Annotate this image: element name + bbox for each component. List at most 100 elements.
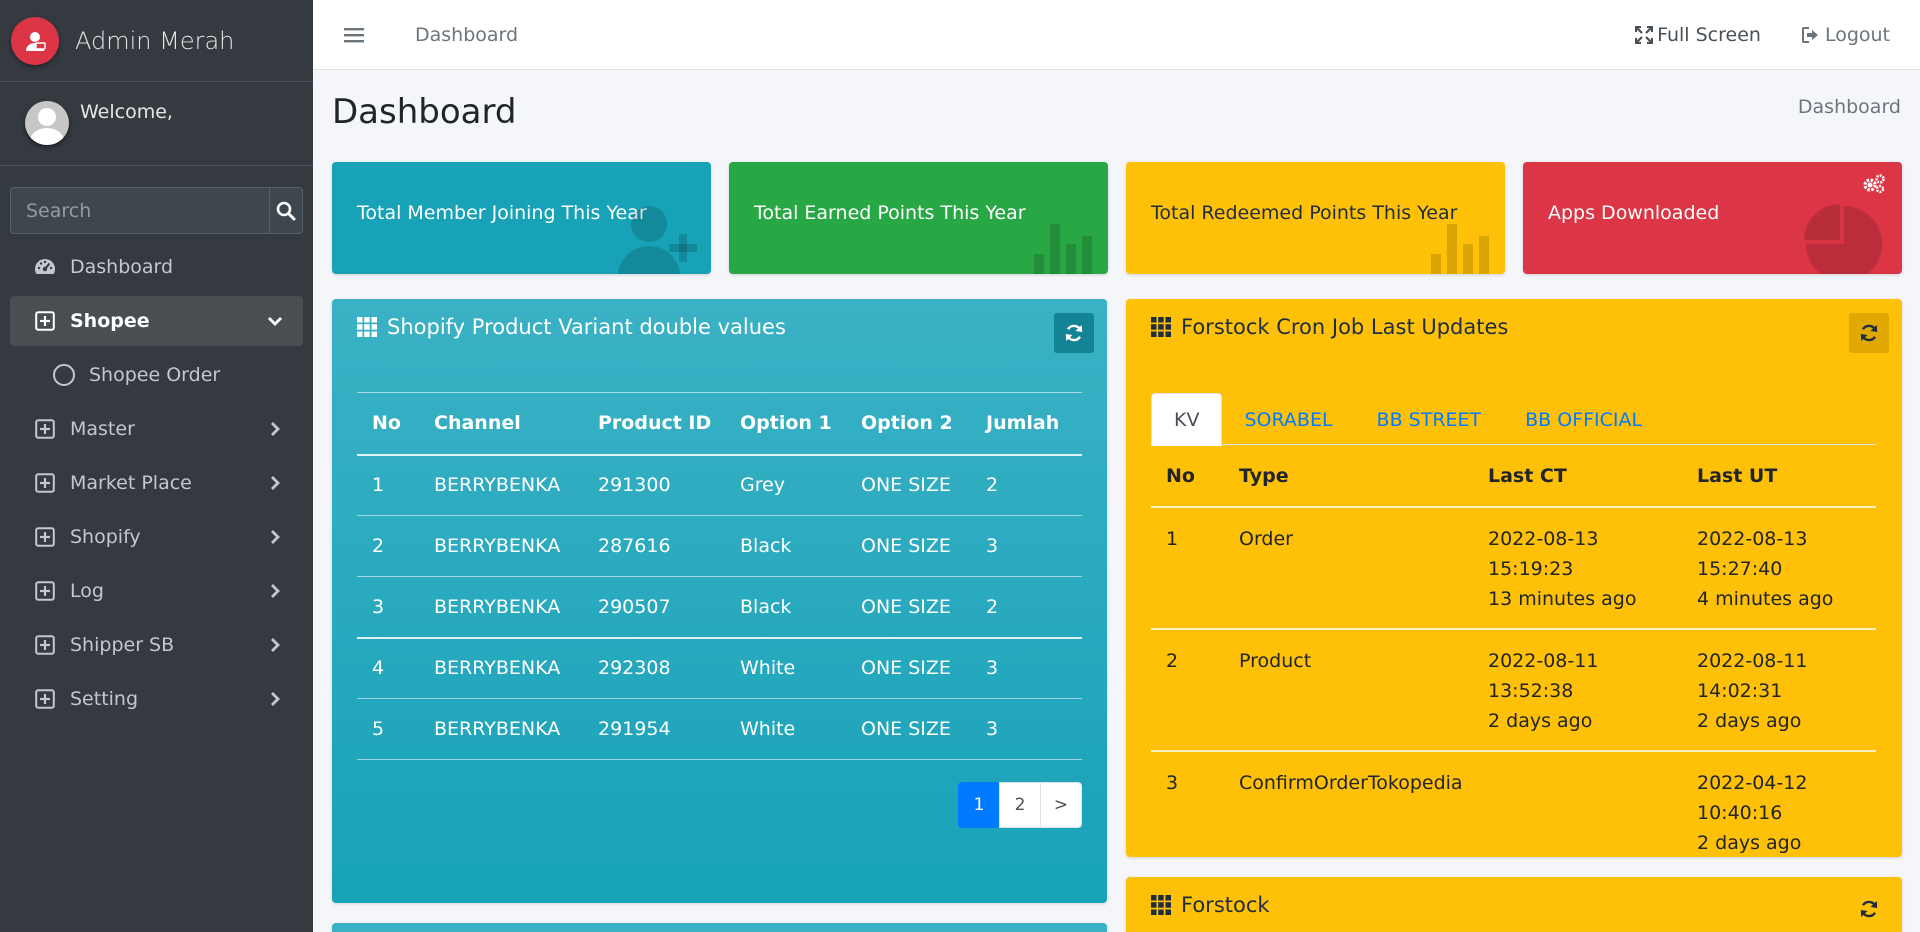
breadcrumb[interactable]: Dashboard [1798, 96, 1901, 118]
column-header[interactable]: Type [1224, 445, 1473, 507]
column-header[interactable]: Last CT [1473, 445, 1682, 507]
sidebar-item-market-place[interactable]: Market Place [10, 458, 303, 508]
brand-link[interactable]: Admin Merah [0, 0, 313, 82]
cell-product-id: 290507 [598, 595, 671, 618]
sidebar-item-master[interactable]: Master [10, 404, 303, 454]
sidebar-item-shopee-order[interactable]: Shopee Order [10, 350, 303, 400]
cell-option-2: ONE SIZE [861, 474, 951, 497]
plus-square-icon [34, 472, 56, 494]
cell-option-2: ONE SIZE [861, 718, 951, 740]
sidebar-item-shipper-sb[interactable]: Shipper SB [10, 620, 303, 670]
next-page-button[interactable]: > [1040, 782, 1082, 828]
th-icon [1151, 317, 1171, 337]
bars-icon[interactable] [343, 24, 365, 46]
table-header-row: No Type Last CT Last UT [1151, 445, 1876, 507]
th-icon [357, 317, 377, 337]
cell-product-id: 291954 [598, 718, 671, 740]
page-button[interactable]: 1 [958, 782, 1000, 828]
small-box-apps[interactable]: Apps Downloaded [1523, 162, 1902, 274]
refresh-button[interactable] [1849, 313, 1889, 353]
card-title: Forstock [1151, 893, 1270, 917]
sidebar-item-dashboard[interactable]: Dashboard [10, 242, 303, 292]
small-box-redeemed[interactable]: Total Redeemed Points This Year [1126, 162, 1505, 274]
chevron-right-icon [265, 581, 285, 601]
chevron-right-icon [265, 635, 285, 655]
relative-time: 4 minutes ago [1697, 588, 1834, 610]
cell-no: 2 [372, 535, 385, 557]
chevron-right-icon [265, 419, 285, 439]
cell-no: 3 [372, 595, 385, 618]
column-header[interactable]: Jumlah [971, 393, 1082, 455]
chevron-right-icon [265, 473, 285, 493]
timestamp: 2022-08-13 15:19:23 [1488, 528, 1599, 580]
relative-time: 2 days ago [1697, 710, 1802, 732]
cell-no: 2 [1166, 650, 1179, 672]
refresh-icon [1860, 324, 1878, 342]
top-nav-dashboard-link[interactable]: Dashboard [415, 24, 518, 46]
small-box-earned[interactable]: Total Earned Points This Year [729, 162, 1108, 274]
tab-kv[interactable]: KV [1151, 393, 1223, 446]
column-header[interactable]: Last UT [1682, 445, 1876, 507]
card-title-text: Forstock [1181, 893, 1270, 917]
column-header[interactable]: No [357, 393, 419, 455]
small-box-label: Total Member Joining This Year [357, 202, 647, 224]
cell-channel: BERRYBENKA [434, 535, 561, 557]
card-title-text: Forstock Cron Job Last Updates [1181, 315, 1509, 339]
sidebar-search [10, 187, 303, 234]
column-header[interactable]: Option 2 [846, 393, 971, 455]
table-row: 5 BERRYBENKA 291954 White ONE SIZE 3 [357, 699, 1082, 760]
tab-bb-official[interactable]: BB OFFICIAL [1503, 393, 1664, 446]
logout-button[interactable]: Logout [1801, 24, 1890, 46]
cell-type: Product [1239, 650, 1312, 672]
search-button[interactable] [269, 187, 303, 234]
chevron-right-icon [265, 527, 285, 547]
tab-sorabel[interactable]: SORABEL [1222, 393, 1354, 446]
avatar[interactable] [25, 101, 69, 145]
cell-option-1: Grey [740, 474, 786, 497]
fullscreen-button[interactable]: Full Screen [1635, 24, 1761, 46]
cell-no: 5 [372, 718, 385, 740]
plus-square-icon [34, 688, 56, 710]
search-input[interactable] [10, 187, 269, 234]
cell-jumlah: 2 [986, 595, 999, 618]
cell-channel: BERRYBENKA [434, 718, 561, 740]
page-button[interactable]: 2 [999, 782, 1041, 828]
table-row: 1 BERRYBENKA 291300 Grey ONE SIZE 2 [357, 455, 1082, 516]
sidebar-item-label: Setting [70, 688, 139, 710]
column-header[interactable]: No [1151, 445, 1224, 507]
small-box-label: Total Redeemed Points This Year [1151, 202, 1458, 224]
cell-channel: BERRYBENKA [434, 595, 561, 618]
timestamp: 2022-08-11 14:02:31 [1697, 650, 1808, 702]
cell-last-ut: 2022-08-11 14:02:31 2 days ago [1682, 629, 1876, 751]
sidebar-item-setting[interactable]: Setting [10, 674, 303, 724]
column-header[interactable]: Product ID [583, 393, 725, 455]
tachometer-icon [34, 256, 56, 278]
refresh-button[interactable] [1849, 889, 1889, 929]
sidebar-nav: Dashboard Shopee Shopee Order Master Mar… [10, 242, 303, 728]
cell-jumlah: 3 [986, 718, 999, 740]
small-box-members[interactable]: Total Member Joining This Year [332, 162, 711, 274]
relative-time: 2 days ago [1488, 710, 1593, 732]
sign-out-icon [1801, 27, 1818, 43]
sidebar-item-log[interactable]: Log [10, 566, 303, 616]
pagination: 1 2 > [958, 782, 1082, 828]
column-header[interactable]: Channel [419, 393, 583, 455]
cell-last-ut: 2022-08-13 15:27:40 4 minutes ago [1682, 507, 1876, 629]
column-header[interactable]: Option 1 [725, 393, 846, 455]
cron-tabs: KV SORABEL BB STREET BB OFFICIAL [1151, 393, 1876, 446]
sidebar-item-shopee[interactable]: Shopee [10, 296, 303, 346]
refresh-button[interactable] [1054, 313, 1094, 353]
cogs-icon[interactable] [1862, 174, 1886, 194]
top-nav-right: Full Screen Logout [1635, 0, 1890, 70]
forstock-card: Forstock [1126, 877, 1902, 932]
timestamp: 2022-08-11 13:52:38 [1488, 650, 1599, 702]
welcome-text: Welcome, [80, 101, 173, 123]
sidebar-item-shopify[interactable]: Shopify [10, 512, 303, 562]
cell-type: ConfirmOrderTokopedia [1239, 772, 1463, 794]
cell-last-ct: 2022-08-13 15:19:23 13 minutes ago [1473, 507, 1682, 629]
tab-bb-street[interactable]: BB STREET [1355, 393, 1504, 446]
bar-chart-icon [1034, 224, 1092, 274]
plus-square-icon [34, 418, 56, 440]
table-header-row: No Channel Product ID Option 1 Option 2 … [357, 392, 1082, 455]
sidebar-item-label: Shopee [70, 310, 150, 332]
